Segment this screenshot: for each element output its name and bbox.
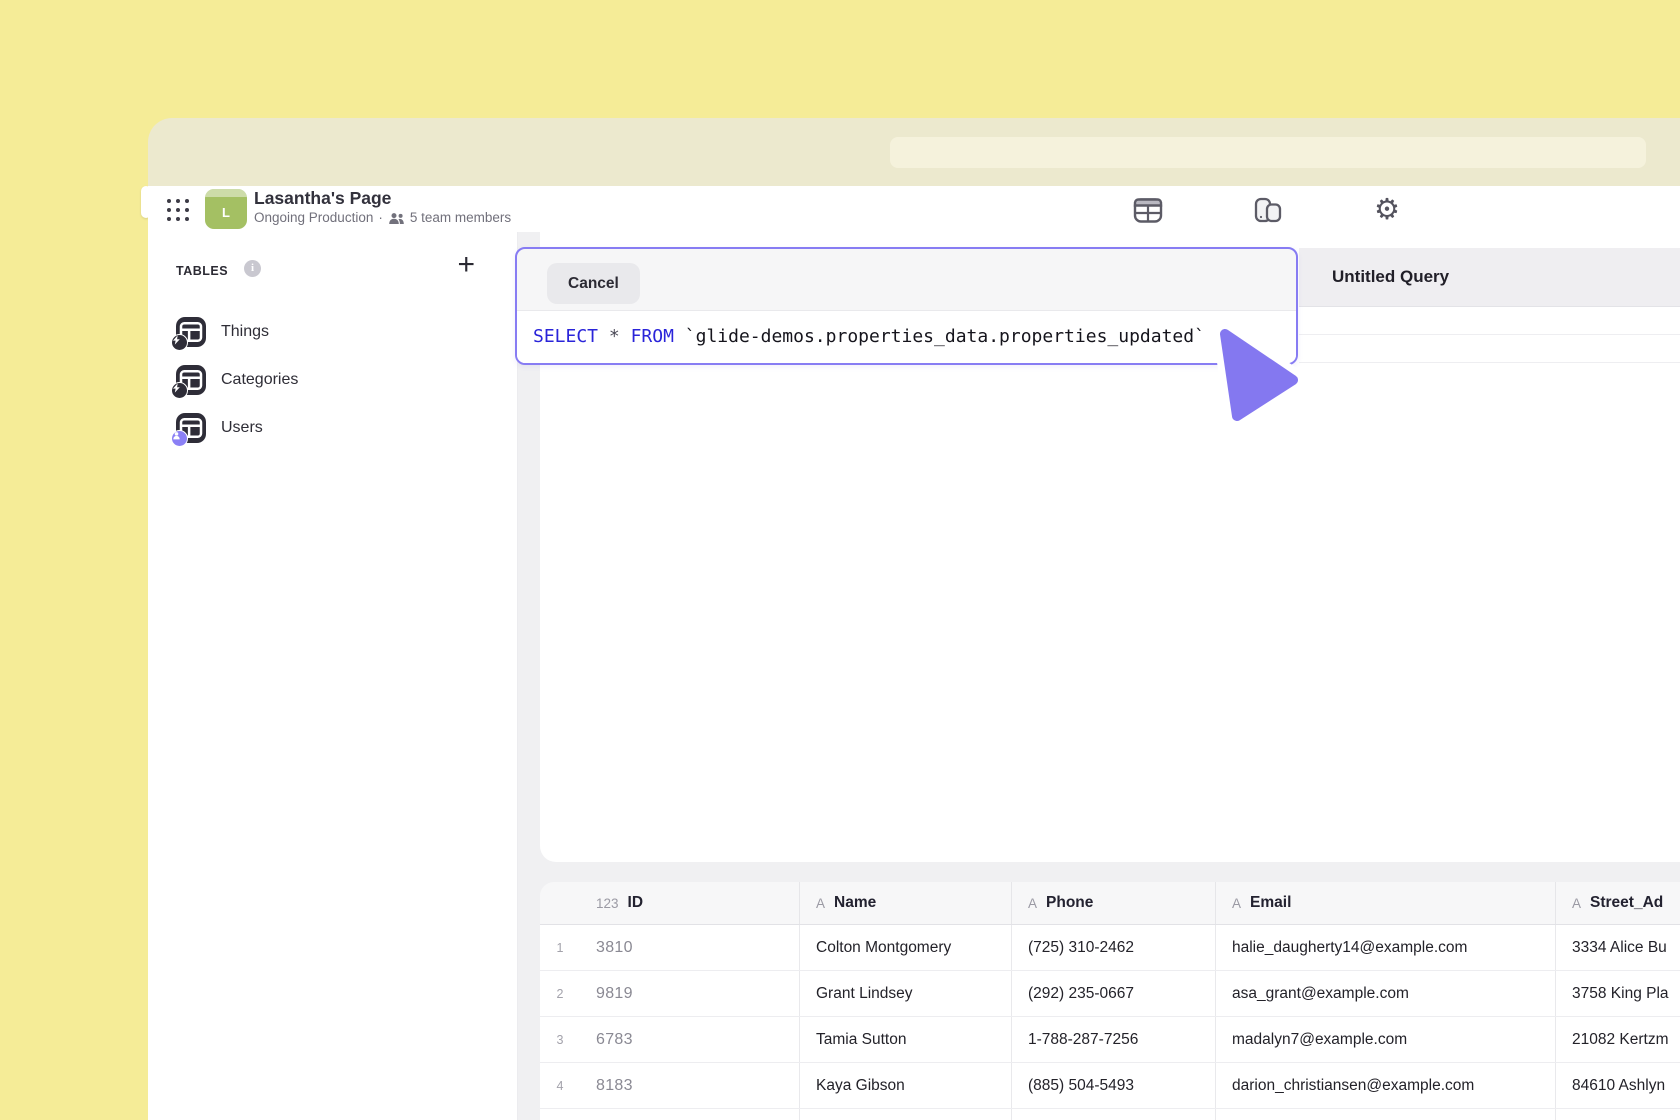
cell-street[interactable]: 84610 Ashlyn bbox=[1556, 1063, 1680, 1108]
sql-star: * bbox=[609, 326, 620, 347]
cell-phone[interactable]: (422) 425-4165 bbox=[1012, 1109, 1216, 1120]
sidebar-item-things[interactable]: Things bbox=[148, 308, 517, 356]
sidebar-items: Things Categories bbox=[148, 308, 517, 452]
sql-keyword-from: FROM bbox=[631, 326, 674, 347]
table-row: 4 8183 Kaya Gibson (885) 504-5493 darion… bbox=[540, 1063, 1680, 1109]
cell-phone[interactable]: (885) 504-5493 bbox=[1012, 1063, 1216, 1108]
cell-street[interactable]: 3758 King Pla bbox=[1556, 971, 1680, 1016]
subtitle-text: Ongoing Production bbox=[254, 209, 373, 227]
cancel-button[interactable]: Cancel bbox=[547, 263, 640, 304]
row-number: 2 bbox=[540, 987, 580, 1001]
results-table: 123 ID A Name A Phone A Email A Street_A… bbox=[540, 882, 1680, 1120]
cell-email[interactable]: pedro_rowe63@example.com bbox=[1216, 1109, 1556, 1120]
table-icon bbox=[176, 413, 206, 443]
tables-section-label: TABLES bbox=[176, 264, 228, 278]
page-title: Lasantha's Page bbox=[254, 187, 511, 209]
settings-gear-icon[interactable]: ⚙ bbox=[1371, 195, 1403, 225]
data-editor-icon[interactable] bbox=[1132, 195, 1164, 225]
app-avatar[interactable]: L bbox=[205, 189, 247, 229]
text-type-icon: A bbox=[1232, 896, 1241, 911]
table-header-row: 123 ID A Name A Phone A Email A Street_A… bbox=[540, 882, 1680, 925]
table-row: 3 6783 Tamia Sutton 1-788-287-7256 madal… bbox=[540, 1017, 1680, 1063]
row-number: 4 bbox=[540, 1079, 580, 1093]
cell-id[interactable]: 2 9819 bbox=[540, 971, 800, 1016]
cell-email[interactable]: halie_daugherty14@example.com bbox=[1216, 925, 1556, 970]
team-members-count: 5 team members bbox=[410, 209, 511, 227]
sidebar-header: TABLES i + bbox=[148, 232, 517, 292]
cell-phone[interactable]: 1-788-287-7256 bbox=[1012, 1017, 1216, 1062]
number-type-icon: 123 bbox=[596, 896, 619, 911]
cell-email[interactable]: madalyn7@example.com bbox=[1216, 1017, 1556, 1062]
cell-name[interactable]: Kimora Foley bbox=[800, 1109, 1012, 1120]
sidebar-item-users[interactable]: Users bbox=[148, 404, 517, 452]
page-subtitle: Ongoing Production · 5 team members bbox=[254, 209, 511, 227]
query-title: Untitled Query bbox=[1332, 248, 1680, 305]
cell-id[interactable]: 1 3810 bbox=[540, 925, 800, 970]
app-grid-icon[interactable] bbox=[166, 198, 190, 222]
sidebar-item-label: Categories bbox=[221, 371, 298, 389]
column-header-phone[interactable]: A Phone bbox=[1012, 882, 1216, 924]
cell-id[interactable]: 3 6783 bbox=[540, 1017, 800, 1062]
sidebar-item-categories[interactable]: Categories bbox=[148, 356, 517, 404]
text-type-icon: A bbox=[1028, 896, 1037, 911]
text-type-icon: A bbox=[816, 896, 825, 911]
tables-sidebar: TABLES i + Things bbox=[148, 232, 518, 1120]
row-number: 1 bbox=[540, 941, 580, 955]
column-header-street[interactable]: A Street_Ad bbox=[1556, 882, 1680, 924]
cell-id[interactable]: 5 5610 bbox=[540, 1109, 800, 1120]
user-badge-icon bbox=[171, 430, 188, 447]
cell-name[interactable]: Colton Montgomery bbox=[800, 925, 1012, 970]
cell-id[interactable]: 4 8183 bbox=[540, 1063, 800, 1108]
bolt-badge-icon bbox=[171, 382, 188, 399]
divider bbox=[1299, 362, 1680, 363]
sql-input[interactable]: SELECT * FROM `glide-demos.properties_da… bbox=[517, 310, 1296, 363]
title-block: Lasantha's Page Ongoing Production · 5 t… bbox=[254, 187, 511, 227]
text-type-icon: A bbox=[1572, 896, 1581, 911]
table-row: 1 3810 Colton Montgomery (725) 310-2462 … bbox=[540, 925, 1680, 971]
cell-email[interactable]: asa_grant@example.com bbox=[1216, 971, 1556, 1016]
divider bbox=[1299, 334, 1680, 335]
add-table-button[interactable]: + bbox=[457, 250, 475, 280]
team-icon bbox=[388, 212, 405, 225]
query-title-tab[interactable]: Untitled Query bbox=[1299, 248, 1680, 307]
layout-editor-icon[interactable] bbox=[1252, 195, 1284, 225]
sql-editor: Cancel SELECT * FROM `glide-demos.proper… bbox=[515, 247, 1298, 365]
sidebar-item-label: Users bbox=[221, 419, 263, 437]
avatar-shine bbox=[205, 189, 247, 197]
subtitle-separator: · bbox=[378, 209, 383, 227]
sql-table-name: `glide-demos.properties_data.properties_… bbox=[685, 326, 1205, 347]
sql-keyword-select: SELECT bbox=[533, 326, 598, 347]
row-number: 3 bbox=[540, 1033, 580, 1047]
cell-email[interactable]: darion_christiansen@example.com bbox=[1216, 1063, 1556, 1108]
cell-name[interactable]: Grant Lindsey bbox=[800, 971, 1012, 1016]
table-row: 2 9819 Grant Lindsey (292) 235-0667 asa_… bbox=[540, 971, 1680, 1017]
avatar-letter: L bbox=[222, 205, 230, 220]
sidebar-item-label: Things bbox=[221, 323, 269, 341]
cell-name[interactable]: Tamia Sutton bbox=[800, 1017, 1012, 1062]
column-header-id[interactable]: 123 ID bbox=[540, 882, 800, 924]
cell-phone[interactable]: (292) 235-0667 bbox=[1012, 971, 1216, 1016]
app-header: L Lasantha's Page Ongoing Production · 5… bbox=[148, 186, 1680, 233]
table-icon bbox=[176, 317, 206, 347]
table-row: 5 5610 Kimora Foley (422) 425-4165 pedro… bbox=[540, 1109, 1680, 1120]
bolt-badge-icon bbox=[171, 334, 188, 351]
column-header-email[interactable]: A Email bbox=[1216, 882, 1556, 924]
cell-street[interactable]: 21082 Kertzm bbox=[1556, 1017, 1680, 1062]
cell-name[interactable]: Kaya Gibson bbox=[800, 1063, 1012, 1108]
info-icon[interactable]: i bbox=[244, 260, 261, 277]
cell-phone[interactable]: (725) 310-2462 bbox=[1012, 925, 1216, 970]
cell-street[interactable]: 3334 Alice Bu bbox=[1556, 925, 1680, 970]
table-icon bbox=[176, 365, 206, 395]
desktop: L Lasantha's Page Ongoing Production · 5… bbox=[0, 0, 1680, 1120]
address-bar[interactable] bbox=[890, 137, 1646, 168]
cell-street[interactable]: 5430 Clifton bbox=[1556, 1109, 1680, 1120]
column-header-name[interactable]: A Name bbox=[800, 882, 1012, 924]
